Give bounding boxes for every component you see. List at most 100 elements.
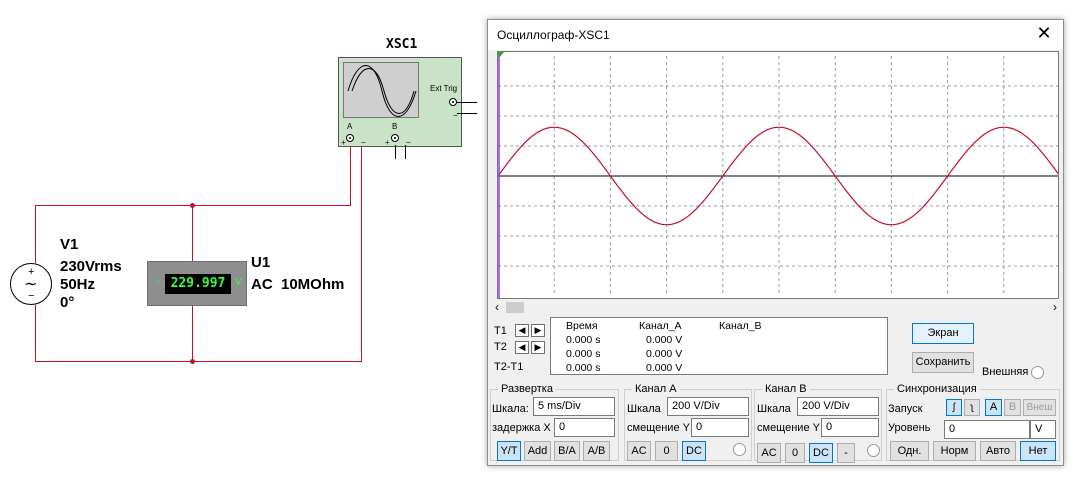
channel-b-offset-input[interactable]: 0 [821, 418, 879, 437]
channel-b-lead [395, 145, 396, 159]
t1-channel-a: 0.000 V [646, 334, 683, 346]
mode-ab-button[interactable]: A/B [583, 441, 610, 461]
wire [361, 145, 362, 362]
wire-junction [190, 359, 195, 364]
oscilloscope-window[interactable]: Осциллограф-XSC1 ✕ ‹ › T1 ◀ ▶ T2 ◀ ▶ T2-… [487, 19, 1064, 466]
source-frequency: 50Hz [60, 276, 96, 293]
channel-b-terminal[interactable] [391, 134, 399, 142]
delay-x-input[interactable]: 0 [554, 418, 615, 437]
trigger-level-label: Уровень [888, 422, 931, 434]
channel-b-label: B [392, 122, 398, 131]
channel-a-zero-button[interactable]: 0 [655, 441, 678, 461]
scroll-right-icon[interactable]: › [1049, 300, 1061, 314]
trigger-source-ext-button[interactable]: Внеш [1023, 399, 1056, 416]
channel-b-title: Канал В [762, 383, 810, 395]
trigger-auto-button[interactable]: Авто [980, 441, 1016, 461]
sweep-scale-input[interactable]: 5 ms/Div [533, 397, 615, 416]
schematic-canvas[interactable]: + ∼ − V1 230Vrms 50Hz 0° + 229.997 V U1 … [0, 0, 490, 485]
t1-right-arrow-icon[interactable]: ▶ [531, 324, 545, 337]
minus-sign: − [406, 138, 411, 147]
t2-left-arrow-icon[interactable]: ◀ [515, 341, 529, 354]
scroll-thumb[interactable] [506, 302, 524, 313]
t2-right-arrow-icon[interactable]: ▶ [531, 341, 545, 354]
trigger-none-button[interactable]: Нет [1020, 441, 1056, 461]
source-voltage: 230Vrms [60, 258, 122, 275]
channel-b-radio[interactable] [867, 444, 880, 457]
wire-junction [190, 203, 195, 208]
minus-sign: − [28, 290, 35, 302]
trigger-normal-button[interactable]: Норм [933, 441, 976, 461]
channel-a-radio[interactable] [733, 443, 746, 456]
external-radio[interactable] [1031, 366, 1044, 379]
oscilloscope-screen[interactable] [497, 51, 1059, 299]
oscilloscope-component[interactable]: Ext Trig − A B + − + − [338, 57, 462, 147]
channel-b-zero-button[interactable]: 0 [785, 443, 805, 463]
trigger-title: Синхронизация [894, 383, 980, 395]
ext-trig-label: Ext Trig [430, 84, 458, 93]
plus-sign: + [156, 279, 161, 286]
t2-time: 0.000 s [566, 348, 601, 360]
wire [192, 205, 193, 261]
channel-a-ac-button[interactable]: AC [627, 441, 651, 461]
mode-add-button[interactable]: Add [524, 441, 551, 461]
channel-a-offset-input[interactable]: 0 [691, 418, 749, 437]
scroll-left-icon[interactable]: ‹ [491, 300, 503, 314]
channel-b-offset-label: смещение Y [757, 422, 820, 434]
channel-b-scale-input[interactable]: 200 V/Div [797, 397, 879, 416]
channel-b-ac-button[interactable]: AC [757, 443, 781, 463]
horizontal-scrollbar[interactable]: ‹ › [491, 300, 1061, 315]
channel-a-label: A [347, 122, 353, 131]
close-icon[interactable]: ✕ [1033, 23, 1055, 44]
channel-b-dc-button[interactable]: DC [809, 443, 833, 463]
ext-trig-terminal[interactable] [449, 98, 457, 106]
wire [192, 306, 193, 362]
t2t1-label: T2-T1 [494, 361, 524, 373]
voltmeter-u1[interactable]: + 229.997 V [147, 261, 247, 306]
channel-a-dc-button[interactable]: DC [682, 441, 706, 461]
rising-edge-icon[interactable]: ∫ [946, 399, 962, 416]
trigger-level-input[interactable]: 0 [944, 420, 1030, 439]
wire [35, 361, 361, 362]
trigger-source-a-button[interactable]: A [985, 399, 1002, 416]
mode-yt-button[interactable]: Y/T [497, 441, 521, 461]
t2t1-time: 0.000 s [566, 362, 601, 374]
ext-trig-lead [457, 113, 477, 114]
t1-left-arrow-icon[interactable]: ◀ [515, 324, 529, 337]
window-title: Осциллограф-XSC1 [497, 28, 610, 42]
col-header-channel-a: Канал_А [639, 320, 682, 332]
save-button[interactable]: Сохранить [912, 352, 974, 373]
screen-button[interactable]: Экран [912, 323, 974, 344]
plus-sign: + [385, 138, 390, 147]
voltmeter-unit: V [235, 277, 242, 288]
trigger-source-b-button[interactable]: B [1004, 399, 1021, 416]
channel-a-offset-label: смещение Y [627, 422, 690, 434]
source-phase: 0° [60, 294, 75, 311]
channel-b-lead [405, 145, 406, 159]
col-header-time: Время [566, 320, 598, 332]
wire [35, 305, 36, 362]
external-label: Внешняя [982, 366, 1029, 378]
mode-ba-button[interactable]: B/A [554, 441, 580, 461]
meter-mode: AC 10MOhm [251, 276, 345, 293]
window-titlebar[interactable]: Осциллограф-XSC1 ✕ [488, 20, 1063, 50]
channel-a-scale-input[interactable]: 200 V/Div [667, 397, 749, 416]
t1-time: 0.000 s [566, 334, 601, 346]
trigger-level-unit[interactable]: V [1030, 420, 1056, 439]
t2t1-channel-a: 0.000 V [646, 362, 683, 374]
oscilloscope-label: XSC1 [386, 37, 418, 52]
trigger-single-button[interactable]: Одн. [890, 441, 929, 461]
plus-sign: + [341, 138, 346, 147]
source-name: V1 [60, 236, 79, 253]
channel-b-minus-button[interactable]: - [837, 443, 855, 463]
channel-a-title: Канал А [632, 383, 680, 395]
channel-b-scale-label: Шкала [757, 403, 791, 415]
cursor-readout-table: Время Канал_А Канал_В 0.000 s 0.000 V 0.… [550, 317, 888, 375]
t2-channel-a: 0.000 V [646, 348, 683, 360]
falling-edge-icon[interactable]: ʅ [964, 399, 980, 416]
ac-source-symbol[interactable]: + ∼ − [10, 263, 52, 305]
sweep-scale-label: Шкала: [492, 403, 529, 415]
wire [350, 145, 351, 206]
channel-a-terminal[interactable] [346, 134, 354, 142]
delay-x-label: задержка X [492, 422, 551, 434]
ext-trig-lead [457, 102, 477, 103]
